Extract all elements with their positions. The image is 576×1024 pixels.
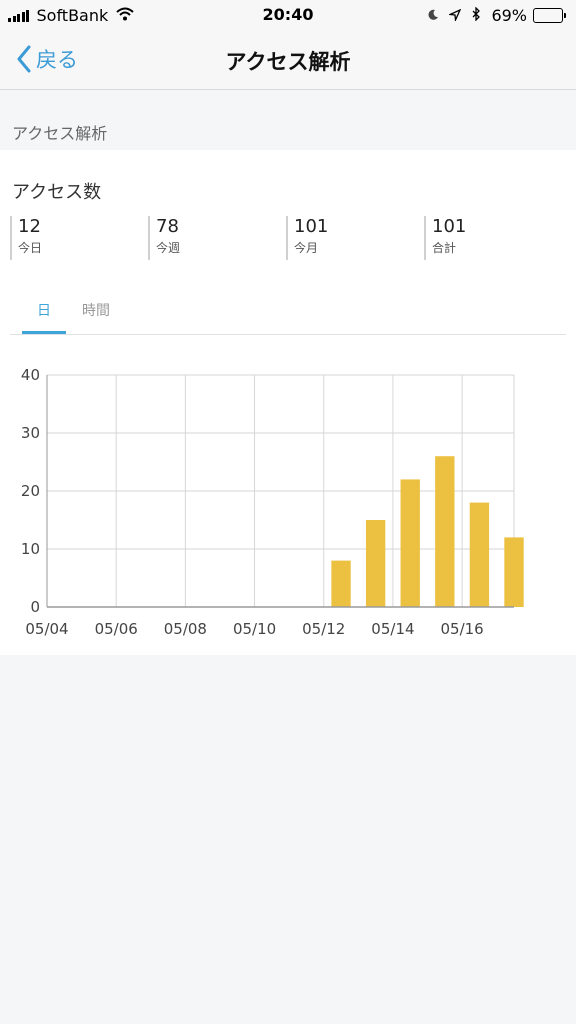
bar-05-12[interactable] (331, 560, 351, 607)
stat-label: 今日 (18, 241, 43, 255)
location-icon (447, 6, 462, 25)
tab-hour[interactable]: 時間 (72, 300, 120, 334)
bar-05-13[interactable] (365, 520, 386, 607)
bar-05-17[interactable] (504, 537, 524, 607)
battery-percent: 69% (491, 6, 527, 25)
x-tick-label: 05/10 (233, 620, 276, 638)
moon-icon (427, 6, 439, 25)
period-tabs: 日 時間 (10, 290, 566, 335)
tab-day[interactable]: 日 (22, 300, 66, 334)
y-tick-label: 20 (21, 482, 40, 500)
battery-icon (533, 8, 566, 23)
card-title: アクセス数 (12, 182, 102, 203)
x-tick-label: 05/16 (440, 620, 483, 638)
y-tick-label: 30 (21, 424, 40, 442)
y-tick-label: 10 (21, 540, 40, 558)
status-bar: SoftBank 20:40 69% (0, 0, 576, 32)
stat-label: 今月 (294, 241, 319, 255)
x-tick-label: 05/14 (371, 620, 414, 638)
navigation-bar: 戻る アクセス解析 (0, 32, 576, 90)
x-tick-label: 05/06 (95, 620, 138, 638)
x-tick-label: 05/08 (164, 620, 207, 638)
stat-month: 101 今月 (286, 216, 406, 260)
section-title: アクセス解析 (12, 124, 108, 143)
stat-label: 今週 (156, 241, 181, 255)
section-header: アクセス解析 (0, 90, 576, 150)
stat-value: 12 (18, 216, 41, 237)
y-tick-label: 0 (30, 598, 40, 616)
access-card: アクセス数 12 今日 78 今週 101 今月 101 合計 日 時間 0 10… (0, 150, 576, 655)
stat-week: 78 今週 (148, 216, 268, 260)
bluetooth-icon (471, 6, 481, 25)
stat-value: 101 (294, 216, 329, 237)
access-bar-chart: 0 10 20 30 40 05/04 05/06 05/08 05/10 05/12 05/14 0… (21, 366, 524, 638)
x-tick-label: 05/04 (25, 620, 68, 638)
stat-today: 12 今日 (10, 216, 130, 260)
stat-value: 101 (432, 216, 467, 237)
bar-05-16[interactable] (469, 502, 490, 607)
bar-05-15[interactable] (435, 456, 455, 607)
y-tick-label: 40 (21, 366, 40, 384)
stat-label: 合計 (432, 241, 457, 255)
bar-05-14[interactable] (400, 479, 420, 607)
stat-value: 78 (156, 216, 179, 237)
x-tick-label: 05/12 (302, 620, 345, 638)
page-title: アクセス解析 (225, 50, 351, 74)
stats-row: 12 今日 78 今週 101 今月 101 合計 (10, 216, 566, 260)
stat-total: 101 合計 (424, 216, 544, 260)
